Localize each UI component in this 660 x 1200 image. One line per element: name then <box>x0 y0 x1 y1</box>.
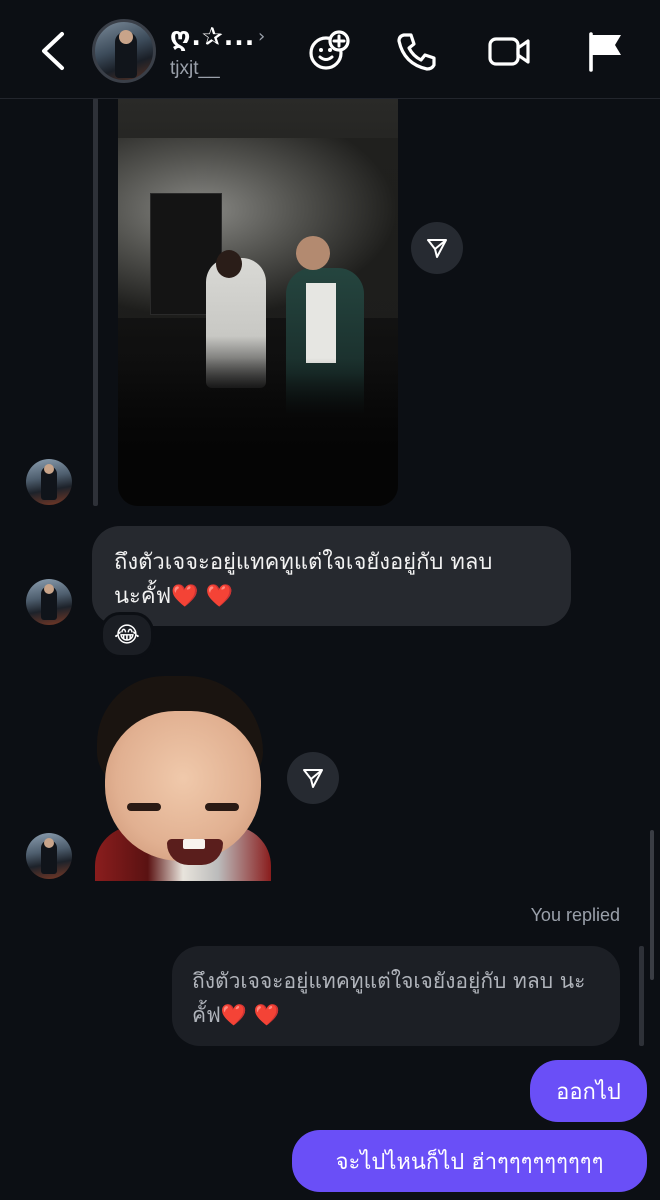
scrollbar[interactable] <box>650 830 654 980</box>
outgoing-message[interactable]: จะไปไหนก็ไป ฮ่าๆๆๆๆๆๆๆๆๆ <box>292 1130 647 1192</box>
contact-display-name[interactable]: ღ.✰... <box>170 22 255 51</box>
send-icon <box>427 239 447 258</box>
contact-avatar[interactable] <box>92 19 156 83</box>
sender-avatar[interactable] <box>26 579 72 625</box>
share-button[interactable] <box>411 222 463 274</box>
shared-photo[interactable] <box>118 98 398 506</box>
back-chevron-icon[interactable] <box>36 30 72 72</box>
heart-emoji: ❤️ ❤️ <box>171 584 233 609</box>
reaction-badge[interactable]: 😂 <box>100 612 154 658</box>
effects-face-icon[interactable] <box>306 28 352 74</box>
quoted-text-line1: ถึงตัวเจจะอยู่แทคทูแต่ใจเจยังอยู่กับ ทลบ… <box>192 969 586 993</box>
sender-avatar[interactable] <box>26 833 72 879</box>
message-text: จะไปไหนก็ไป ฮ่าๆๆๆๆๆๆๆๆๆ <box>335 1149 604 1175</box>
thread-line <box>93 98 98 506</box>
share-button[interactable] <box>287 752 339 804</box>
sender-avatar[interactable] <box>26 459 72 505</box>
quoted-text-line2: คั้ฟ <box>192 1003 221 1027</box>
reply-line <box>639 946 644 1046</box>
flag-icon[interactable] <box>584 28 630 74</box>
quoted-message[interactable]: ถึงตัวเจจะอยู่แทคทูแต่ใจเจยังอยู่กับ ทลบ… <box>172 946 620 1046</box>
message-text: ออกไป <box>556 1079 621 1105</box>
chevron-right-icon[interactable]: › <box>258 26 265 47</box>
phone-icon[interactable] <box>394 28 440 74</box>
chat-header: ღ.✰... › tjxjt__ <box>0 0 660 99</box>
video-camera-icon[interactable] <box>486 28 532 74</box>
send-icon <box>303 769 323 788</box>
outgoing-message[interactable]: ออกไป <box>530 1060 647 1122</box>
heart-emoji: ❤️ ❤️ <box>220 1003 280 1027</box>
message-text-line2: นะคั้ฟ <box>114 584 172 609</box>
incoming-message[interactable]: ถึงตัวเจจะอยู่แทคทูแต่ใจเจยังอยู่กับ ทลบ… <box>92 526 571 626</box>
sticker-image[interactable] <box>93 676 273 881</box>
you-replied-label: You replied <box>530 905 620 925</box>
contact-username[interactable]: tjxjt__ <box>170 58 220 80</box>
message-text-line1: ถึงตัวเจจะอยู่แทคทูแต่ใจเจยังอยู่กับ ทลบ <box>114 550 493 575</box>
